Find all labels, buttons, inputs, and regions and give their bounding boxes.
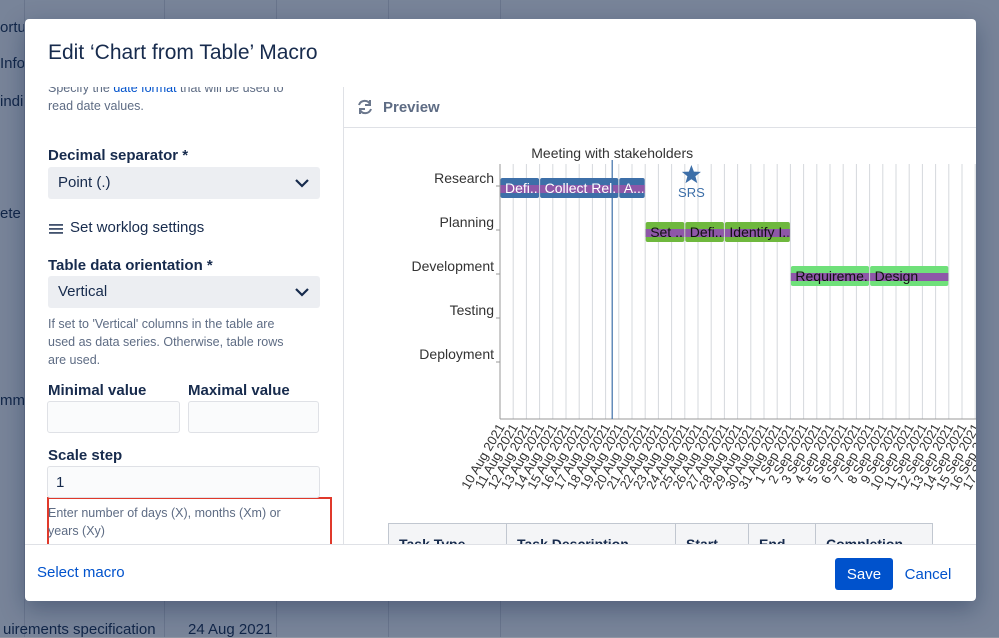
preview-panel[interactable]: Preview Research Planning Development Testi…	[343, 87, 976, 544]
cancel-button[interactable]: Cancel	[897, 558, 959, 590]
task-label: A...	[624, 180, 645, 196]
help-text: If set to 'Vertical' columns in the tabl…	[48, 317, 275, 331]
chevron-down-icon	[295, 179, 309, 188]
table-header-cell: Completion	[826, 536, 903, 544]
maximal-value-input[interactable]	[188, 401, 319, 433]
menu-icon	[49, 224, 63, 234]
help-text: Enter number of days (X), months (Xm) or	[48, 506, 281, 520]
macro-dialog: Edit ‘Chart from Table’ Macro Specify th…	[25, 19, 976, 601]
refresh-icon[interactable]	[355, 97, 375, 117]
orientation-select[interactable]: Vertical	[48, 276, 320, 308]
task-label: Requireme...	[795, 268, 875, 284]
milestone-line-label: Meeting with stakeholders	[531, 145, 693, 161]
date-format-link[interactable]: date format	[113, 87, 176, 95]
task-label: Defi...	[505, 180, 542, 196]
orientation-help: If set to 'Vertical' columns in the tabl…	[48, 315, 284, 369]
help-text: Specify the	[48, 87, 114, 95]
minimal-value-label: Minimal value	[48, 382, 147, 399]
dialog-footer: Select macro Save Cancel	[25, 544, 976, 601]
table-header-cell: Task Description	[507, 524, 676, 544]
data-table-header: Task Type Task Description Start End Com…	[388, 523, 933, 544]
task-label: Set ...	[650, 224, 687, 240]
preview-label: Preview	[383, 99, 440, 116]
category-label: Testing	[450, 302, 494, 318]
worklog-settings-label: Set worklog settings	[70, 219, 205, 236]
decimal-separator-label: Decimal separator *	[48, 147, 189, 164]
scale-step-label: Scale step	[48, 447, 123, 464]
chevron-down-icon	[295, 288, 309, 297]
settings-panel[interactable]: Specify the date format that will be use…	[25, 87, 343, 544]
help-text: that will be used to	[176, 87, 284, 95]
gantt-chart: Research Planning Development Testing Deploy…	[412, 145, 976, 492]
table-header-cell: End	[749, 524, 816, 544]
date-format-help: Specify the date format that will be use…	[48, 87, 284, 115]
help-text: used as data series. Otherwise, table ro…	[48, 335, 284, 349]
decimal-separator-select[interactable]: Point (.)	[48, 167, 320, 199]
task-label: Identify I...	[729, 224, 794, 240]
select-macro-link[interactable]: Select macro	[37, 564, 125, 581]
scale-step-input[interactable]	[47, 466, 320, 498]
category-label: Deployment	[419, 346, 494, 362]
table-header-cell: Start	[676, 524, 749, 544]
category-label: Planning	[440, 214, 495, 230]
scale-step-help: Enter number of days (X), months (Xm) or…	[48, 504, 281, 540]
table-header-cell: Task Type	[389, 524, 507, 544]
maximal-value-label: Maximal value	[188, 382, 290, 399]
help-text: read date values.	[48, 99, 144, 113]
orientation-value: Vertical	[58, 283, 108, 300]
help-text: are used.	[48, 353, 101, 367]
preview-header: Preview	[344, 87, 976, 128]
milestone-star-label: SRS	[678, 185, 705, 200]
save-button[interactable]: Save	[835, 558, 893, 590]
category-label: Development	[412, 258, 495, 274]
minimal-value-input[interactable]	[47, 401, 180, 433]
help-text: years (Xy)	[48, 524, 105, 538]
category-label: Research	[434, 170, 494, 186]
dialog-title: Edit ‘Chart from Table’ Macro	[48, 41, 318, 64]
orientation-label: Table data orientation *	[48, 257, 213, 274]
task-label: Defi...	[690, 224, 727, 240]
task-label: Design	[875, 268, 919, 284]
decimal-separator-value: Point (.)	[58, 174, 111, 191]
